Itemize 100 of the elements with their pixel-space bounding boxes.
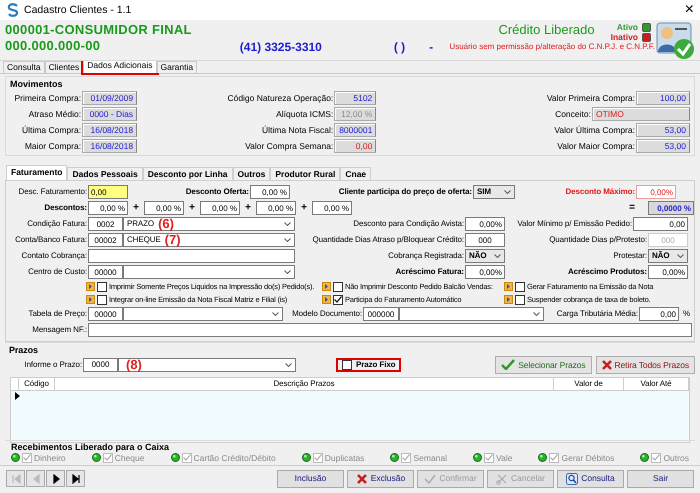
field-label: Acréscimo Produtos: xyxy=(566,267,648,277)
tab[interactable]: Garantia xyxy=(156,61,198,73)
field-label: Desc. Faturamento: xyxy=(18,187,88,197)
hint-icon xyxy=(322,282,331,291)
field-label: Desconto Oferta: xyxy=(184,187,250,197)
caret-icon xyxy=(284,222,291,226)
input-field[interactable]: 0,0000 % xyxy=(648,201,694,215)
value-field: 16/08/2018 xyxy=(82,138,138,153)
field-label: Alíquota ICMS: xyxy=(276,108,334,119)
search-icon xyxy=(566,472,578,484)
dropdown[interactable]: CHEQUE (7) xyxy=(123,233,295,247)
status-light-icon xyxy=(640,453,650,462)
input-field[interactable]: 00002 xyxy=(88,233,123,247)
checkbox[interactable] xyxy=(97,294,107,304)
dropdown[interactable]: PRAZO (6) xyxy=(123,217,295,231)
field-label: Valor Compra Semana: xyxy=(245,140,334,151)
dropdown[interactable] xyxy=(399,307,544,321)
tab[interactable]: Desconto por Linha xyxy=(142,166,232,180)
checkbox-label: Gerar Débitos xyxy=(561,452,614,463)
checkbox-label: Semanal xyxy=(413,452,448,463)
tab[interactable]: Outros xyxy=(232,166,270,180)
field-label: Centro de Custo: xyxy=(27,267,88,277)
tab[interactable]: Clientes xyxy=(44,61,84,73)
input-field[interactable]: 0,00% xyxy=(465,217,505,231)
input-field[interactable]: 00000 xyxy=(88,265,123,279)
checkbox[interactable] xyxy=(333,294,343,304)
input-field[interactable]: 0,00 % xyxy=(88,201,128,215)
column-header: Valor Até xyxy=(624,378,689,390)
caret-icon xyxy=(284,238,291,242)
input-field[interactable]: 0,00 % xyxy=(200,201,240,215)
checkbox[interactable] xyxy=(515,282,525,292)
input-field[interactable]: 000000 xyxy=(363,307,399,321)
field-label: Cobrança Registrada: xyxy=(387,251,465,261)
input-field[interactable] xyxy=(88,249,295,263)
action-button[interactable]: Exclusão xyxy=(347,470,414,488)
next-icon xyxy=(50,474,60,484)
status-light-icon xyxy=(92,453,101,462)
legend-label: Ativo xyxy=(616,22,638,32)
input-field[interactable]: 0002 xyxy=(88,217,123,231)
checkbox[interactable] xyxy=(333,282,343,292)
input-field[interactable]: 00000 xyxy=(88,307,123,321)
nav-button[interactable] xyxy=(46,470,65,487)
hint-icon xyxy=(86,282,95,291)
remove-button[interactable]: Retira Todos Prazos xyxy=(596,356,695,374)
checkbox[interactable] xyxy=(342,360,352,370)
dropdown[interactable]: SIM xyxy=(473,185,515,199)
action-button[interactable]: Sair xyxy=(627,470,694,488)
input-field[interactable]: 000 xyxy=(465,233,505,247)
checkbox[interactable] xyxy=(97,282,107,292)
status-light-icon xyxy=(302,453,311,462)
input-field[interactable]: 0,00 xyxy=(88,185,128,199)
field-label: Código Natureza Operação: xyxy=(227,92,334,103)
tab[interactable]: Cnae xyxy=(340,166,372,180)
input-field[interactable] xyxy=(88,323,692,337)
checkbox[interactable] xyxy=(515,294,525,304)
credit-status: Crédito Liberado xyxy=(498,22,595,38)
field-label: Mensagem NF.: xyxy=(31,325,88,335)
input-field[interactable]: 0,00 % xyxy=(144,201,184,215)
action-button[interactable]: Consulta xyxy=(557,470,624,488)
dropdown[interactable]: (8) xyxy=(118,358,296,372)
input-field[interactable]: 0,00 xyxy=(633,217,688,231)
caret-icon xyxy=(494,254,501,258)
input-field[interactable]: 0,00% xyxy=(465,265,505,279)
action-button[interactable]: Inclusão xyxy=(277,470,344,488)
tab[interactable]: Produtor Rural xyxy=(270,166,340,180)
input-field[interactable]: 0000 xyxy=(83,358,118,372)
tab[interactable]: Dados Pessoais xyxy=(67,166,143,180)
dropdown[interactable] xyxy=(123,265,295,279)
plus-sign: + xyxy=(188,202,196,214)
field-label: Primeira Compra: xyxy=(14,92,82,103)
tab[interactable]: Consulta xyxy=(3,61,45,73)
field-label: Cliente participa do preço de oferta: xyxy=(338,187,473,197)
equals-sign: = xyxy=(628,202,636,214)
dropdown[interactable]: NÃO xyxy=(465,249,505,263)
dropdown[interactable]: NÃO xyxy=(648,249,688,263)
phone-number: (41) 3325-3310 xyxy=(240,40,322,54)
field-label: Desconto para Condição Avista: xyxy=(352,219,465,229)
dropdown[interactable] xyxy=(123,307,283,321)
input-field[interactable]: 0,00 % xyxy=(256,201,296,215)
caret-icon xyxy=(284,270,291,274)
field-label: Condição Fatura: xyxy=(26,219,88,229)
column-header: Descrição Prazos xyxy=(55,378,554,390)
checkbox-label: Vale xyxy=(496,452,512,463)
input-field[interactable]: 0,00 xyxy=(639,307,679,321)
value-field: 0000 - Dias xyxy=(82,106,138,121)
nav-button[interactable] xyxy=(66,470,85,487)
input-field[interactable]: 0,00% xyxy=(636,185,676,199)
select-button[interactable]: Selecionar Prazos xyxy=(495,356,592,374)
caret-icon xyxy=(677,254,684,258)
input-field[interactable]: 0,00 % xyxy=(250,185,290,199)
input-field[interactable]: 0,00% xyxy=(648,265,688,279)
status-light-icon xyxy=(473,453,482,462)
tab[interactable]: Faturamento xyxy=(6,164,68,180)
cross-icon xyxy=(356,472,368,484)
close-button[interactable]: × xyxy=(684,0,694,20)
group-title: Movimentos xyxy=(10,79,64,90)
field-label: Quantidade Dias Atraso p/Bloquear Crédito: xyxy=(312,235,465,245)
input-field[interactable]: 0,00 % xyxy=(312,201,352,215)
legend-label: Inativo xyxy=(610,32,638,42)
value-field: 0,00 xyxy=(334,138,376,153)
